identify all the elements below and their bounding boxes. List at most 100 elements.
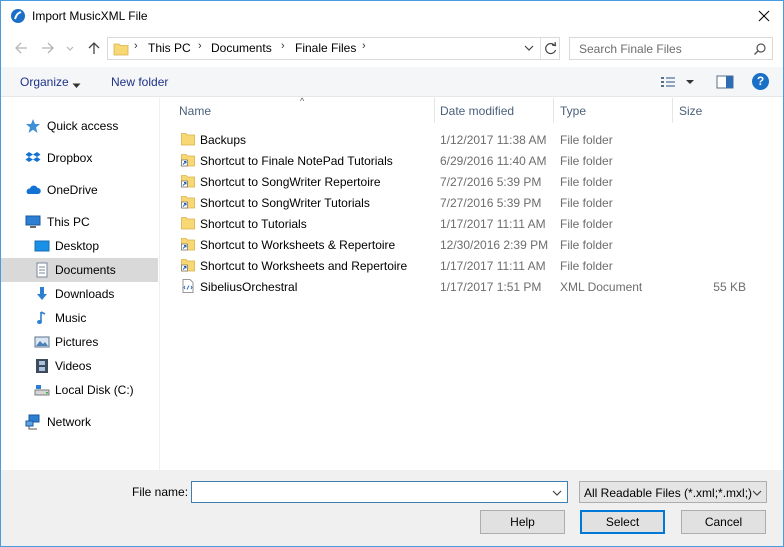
xml-document-icon (181, 279, 195, 293)
file-name: Shortcut to Tutorials (200, 217, 307, 231)
file-list: ^ Name Date modified Type Size Backups 1… (161, 96, 783, 470)
finale-app-icon (11, 9, 25, 23)
select-button[interactable]: Select (580, 510, 665, 534)
sidebar-item-onedrive[interactable]: OneDrive (1, 178, 158, 202)
sidebar-item-music[interactable]: Music (1, 306, 158, 330)
file-date: 1/17/2017 1:51 PM (440, 280, 542, 294)
command-toolbar: Organize New folder ? (1, 67, 783, 97)
file-type: File folder (560, 238, 613, 252)
navigation-pane: Quick access Dropbox OneDrive This PC De… (1, 98, 160, 470)
sidebar-item-label: Network (47, 415, 92, 429)
file-type-filter[interactable]: All Readable Files (*.xml;*.mxl;) (579, 481, 767, 503)
recent-locations-button[interactable] (63, 37, 77, 59)
help-icon[interactable]: ? (752, 73, 769, 90)
film-icon (34, 358, 50, 374)
file-name: Shortcut to SongWriter Repertoire (200, 175, 381, 189)
forward-button[interactable] (37, 37, 59, 59)
file-row[interactable]: Shortcut to SongWriter Tutorials 7/27/20… (175, 192, 775, 213)
file-date: 1/17/2017 11:11 AM (440, 217, 546, 231)
file-name-combobox[interactable] (191, 481, 568, 503)
new-folder-button[interactable]: New folder (111, 75, 168, 89)
network-icon (25, 414, 41, 430)
change-view-button[interactable] (660, 75, 698, 92)
file-row[interactable]: Shortcut to Worksheets & Repertoire 12/3… (175, 234, 775, 255)
chevron-down-icon[interactable] (551, 487, 563, 502)
refresh-icon (545, 41, 557, 55)
sidebar-item-quick-access[interactable]: Quick access (1, 114, 158, 138)
search-box[interactable]: Search Finale Files (569, 37, 773, 60)
breadcrumb-this-pc[interactable]: This PC (148, 41, 191, 55)
file-name: Backups (200, 133, 247, 147)
search-icon (753, 42, 767, 59)
file-type: File folder (560, 259, 613, 273)
breadcrumb-documents[interactable]: Documents (211, 41, 272, 55)
dropbox-icon (25, 150, 41, 166)
file-date: 12/30/2016 2:39 PM (440, 238, 549, 252)
close-icon (758, 10, 770, 22)
folder-shortcut-icon (181, 153, 195, 167)
file-row[interactable]: SibeliusOrchestral 1/17/2017 1:51 PM XML… (175, 276, 775, 297)
sidebar-item-label: Music (55, 311, 87, 325)
sidebar-item-label: This PC (47, 215, 90, 229)
breadcrumb-finale-files[interactable]: Finale Files (295, 41, 356, 55)
details-view-icon (661, 77, 694, 87)
address-bar[interactable]: › This PC › Documents › Finale Files › (107, 37, 560, 60)
help-button[interactable]: Help (480, 510, 565, 534)
sidebar-item-this-pc[interactable]: This PC (1, 210, 158, 234)
column-header-size[interactable]: Size (673, 98, 753, 123)
title-bar: Import MusicXML File (1, 1, 783, 32)
address-dropdown-icon[interactable] (522, 41, 536, 58)
file-type: File folder (560, 196, 613, 210)
star-icon (25, 118, 41, 134)
column-header-name[interactable]: Name (175, 98, 434, 123)
refresh-button[interactable] (540, 38, 560, 59)
documents-icon (34, 262, 50, 278)
file-row[interactable]: Shortcut to Finale NotePad Tutorials 6/2… (175, 150, 775, 171)
sidebar-item-local-disk[interactable]: Local Disk (C:) (1, 378, 158, 402)
back-arrow-icon (15, 42, 27, 54)
chevron-right-icon: › (134, 40, 138, 52)
column-header-type[interactable]: Type (554, 98, 672, 123)
close-button[interactable] (747, 3, 781, 30)
sidebar-item-pictures[interactable]: Pictures (1, 330, 158, 354)
cancel-button[interactable]: Cancel (681, 510, 766, 534)
folder-shortcut-icon (181, 195, 195, 209)
folder-shortcut-icon (181, 174, 195, 188)
sidebar-item-documents[interactable]: Documents (1, 258, 158, 282)
download-arrow-icon (34, 286, 50, 302)
preview-pane-button[interactable] (716, 75, 734, 92)
file-name-input[interactable] (194, 484, 544, 500)
disk-icon (34, 382, 50, 398)
file-date: 1/12/2017 11:38 AM (440, 133, 547, 147)
sidebar-item-network[interactable]: Network (1, 410, 158, 434)
up-arrow-icon (88, 42, 100, 54)
dialog-footer: File name: All Readable Files (*.xml;*.m… (1, 470, 783, 546)
sidebar-item-downloads[interactable]: Downloads (1, 282, 158, 306)
pictures-icon (34, 334, 50, 350)
file-type: XML Document (560, 280, 643, 294)
music-note-icon (34, 310, 50, 326)
organize-button[interactable]: Organize (20, 75, 69, 89)
file-date: 6/29/2016 11:40 AM (440, 154, 547, 168)
file-name: Shortcut to Worksheets and Repertoire (200, 259, 408, 273)
back-button[interactable] (11, 37, 33, 59)
forward-arrow-icon (42, 42, 54, 54)
file-row[interactable]: Backups 1/12/2017 11:38 AM File folder (175, 129, 775, 150)
sidebar-item-label: Dropbox (47, 151, 93, 165)
sidebar-item-videos[interactable]: Videos (1, 354, 158, 378)
file-name: Shortcut to Worksheets & Repertoire (200, 238, 396, 252)
window-title: Import MusicXML File (32, 9, 148, 23)
sidebar-item-label: Local Disk (C:) (55, 383, 134, 397)
sidebar-item-desktop[interactable]: Desktop (1, 234, 158, 258)
sidebar-item-label: Documents (55, 263, 116, 277)
column-header-date[interactable]: Date modified (435, 98, 553, 123)
sidebar-item-dropbox[interactable]: Dropbox (1, 146, 158, 170)
file-date: 1/17/2017 11:11 AM (440, 259, 546, 273)
search-placeholder: Search Finale Files (579, 42, 682, 56)
sidebar-item-label: Downloads (55, 287, 115, 301)
up-button[interactable] (83, 37, 105, 59)
file-row[interactable]: Shortcut to SongWriter Repertoire 7/27/2… (175, 171, 775, 192)
file-row[interactable]: Shortcut to Tutorials 1/17/2017 11:11 AM… (175, 213, 775, 234)
folder-icon (181, 216, 195, 230)
file-row[interactable]: Shortcut to Worksheets and Repertoire 1/… (175, 255, 775, 276)
